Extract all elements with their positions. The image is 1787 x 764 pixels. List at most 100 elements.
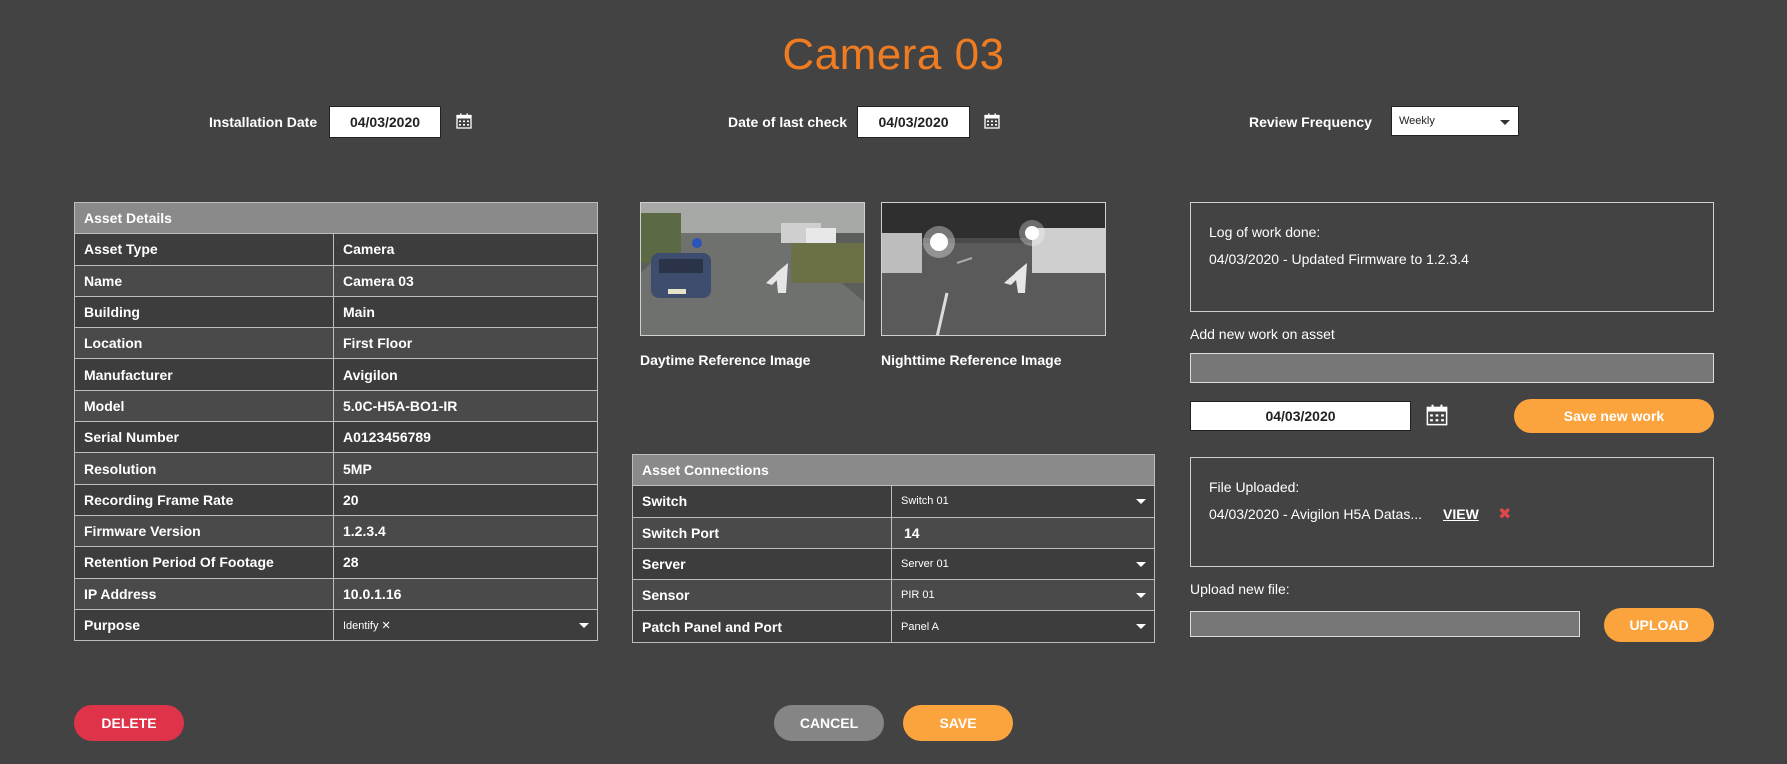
daytime-image-caption: Daytime Reference Image bbox=[640, 352, 811, 368]
file-uploaded-panel: File Uploaded: 04/03/2020 - Avigilon H5A… bbox=[1190, 457, 1714, 567]
row-label: Server bbox=[632, 547, 892, 581]
table-row: Model 5.0C-H5A-BO1-IR bbox=[74, 389, 598, 423]
row-value[interactable]: Camera 03 bbox=[333, 264, 598, 297]
file-uploaded-heading: File Uploaded: bbox=[1209, 479, 1300, 495]
add-work-label: Add new work on asset bbox=[1190, 326, 1335, 342]
chevron-down-icon bbox=[1136, 561, 1146, 567]
last-check-date-field[interactable]: 04/03/2020 bbox=[857, 106, 970, 138]
page-title: Camera 03 bbox=[782, 30, 1005, 79]
asset-details-table: Asset Details Asset Type Camera Name Camer… bbox=[74, 201, 598, 642]
table-row: Server Server 01 bbox=[632, 547, 1155, 581]
review-frequency-label: Review Frequency bbox=[1249, 114, 1372, 130]
row-value[interactable]: First Floor bbox=[333, 327, 598, 360]
row-value[interactable]: 20 bbox=[333, 483, 598, 516]
calendar-icon[interactable] bbox=[456, 113, 472, 129]
table-row: Manufacturer Avigilon bbox=[74, 358, 598, 391]
new-work-date-field[interactable]: 04/03/2020 bbox=[1190, 401, 1411, 431]
installation-date-field[interactable]: 04/03/2020 bbox=[329, 106, 441, 138]
sensor-value: PIR 01 bbox=[901, 589, 935, 602]
chevron-down-icon bbox=[579, 622, 589, 628]
table-row: Name Camera 03 bbox=[74, 264, 598, 297]
daytime-image-graphic bbox=[641, 203, 864, 335]
purpose-value[interactable]: Identify ✕ bbox=[343, 620, 391, 632]
work-log-entry: 04/03/2020 - Updated Firmware to 1.2.3.4 bbox=[1209, 251, 1469, 267]
table-row: IP Address 10.0.1.16 bbox=[74, 577, 598, 610]
chevron-down-icon bbox=[1136, 624, 1146, 630]
row-value[interactable]: 28 bbox=[333, 546, 598, 579]
new-work-input[interactable] bbox=[1190, 353, 1714, 383]
row-label: Manufacturer bbox=[74, 358, 334, 391]
chevron-down-icon bbox=[1500, 120, 1510, 125]
row-label: Name bbox=[74, 264, 334, 297]
view-file-link[interactable]: VIEW bbox=[1443, 506, 1479, 522]
save-button[interactable]: SAVE bbox=[903, 705, 1013, 741]
nighttime-image-graphic bbox=[882, 203, 1105, 335]
switch-port-value[interactable]: 14 bbox=[891, 516, 1155, 549]
row-label: Serial Number bbox=[74, 421, 334, 454]
patch-panel-value: Panel A bbox=[901, 620, 939, 633]
row-value[interactable]: Main bbox=[333, 295, 598, 329]
switch-value: Switch 01 bbox=[901, 495, 949, 508]
row-value[interactable]: 5.0C-H5A-BO1-IR bbox=[333, 389, 598, 423]
upload-file-input[interactable] bbox=[1190, 611, 1580, 637]
review-frequency-value: Weekly bbox=[1399, 115, 1435, 127]
upload-button[interactable]: UPLOAD bbox=[1604, 608, 1714, 642]
row-label: Asset Type bbox=[74, 233, 334, 266]
asset-connections-heading: Asset Connections bbox=[632, 453, 1155, 487]
table-row: Asset Type Camera bbox=[74, 233, 598, 266]
daytime-reference-image[interactable] bbox=[640, 202, 865, 336]
sensor-select[interactable]: PIR 01 bbox=[891, 579, 1155, 612]
table-row: Location First Floor bbox=[74, 327, 598, 360]
nighttime-reference-image[interactable] bbox=[881, 202, 1106, 336]
purpose-select[interactable]: Identify ✕ bbox=[333, 608, 598, 642]
cancel-button[interactable]: CANCEL bbox=[774, 705, 884, 741]
switch-select[interactable]: Switch 01 bbox=[891, 485, 1155, 518]
installation-date-label: Installation Date bbox=[209, 114, 318, 130]
calendar-icon[interactable] bbox=[1426, 403, 1448, 427]
row-label: Resolution bbox=[74, 452, 334, 485]
review-frequency-select[interactable]: Weekly bbox=[1391, 106, 1519, 136]
table-row: Serial Number A0123456789 bbox=[74, 421, 598, 454]
row-label: Switch Port bbox=[632, 516, 892, 549]
asset-details-heading: Asset Details bbox=[74, 201, 598, 235]
upload-file-label: Upload new file: bbox=[1190, 581, 1290, 597]
server-value: Server 01 bbox=[901, 558, 949, 571]
row-label: Building bbox=[74, 295, 334, 329]
delete-file-icon[interactable]: ✖ bbox=[1498, 504, 1511, 524]
table-row: Sensor PIR 01 bbox=[632, 579, 1155, 612]
row-value[interactable]: Camera bbox=[333, 233, 598, 266]
patch-panel-select[interactable]: Panel A bbox=[891, 610, 1155, 643]
chevron-down-icon bbox=[1136, 499, 1146, 505]
table-row: Patch Panel and Port Panel A bbox=[632, 610, 1155, 643]
row-value[interactable]: 1.2.3.4 bbox=[333, 514, 598, 548]
asset-connections-table: Asset Connections Switch Switch 01 Switc… bbox=[632, 453, 1155, 643]
table-row: Switch Switch 01 bbox=[632, 485, 1155, 518]
table-row: Switch Port 14 bbox=[632, 516, 1155, 549]
row-label: Location bbox=[74, 327, 334, 360]
row-label: Purpose bbox=[74, 608, 334, 642]
row-label: Patch Panel and Port bbox=[632, 610, 892, 643]
row-value[interactable]: Avigilon bbox=[333, 358, 598, 391]
row-label: Switch bbox=[632, 485, 892, 518]
table-row: Recording Frame Rate 20 bbox=[74, 483, 598, 516]
row-value[interactable]: 5MP bbox=[333, 452, 598, 485]
table-row: Building Main bbox=[74, 295, 598, 329]
work-log-panel: Log of work done: 04/03/2020 - Updated F… bbox=[1190, 202, 1714, 312]
delete-button[interactable]: DELETE bbox=[74, 705, 184, 741]
table-row: Purpose Identify ✕ bbox=[74, 608, 598, 642]
row-label: Recording Frame Rate bbox=[74, 483, 334, 516]
calendar-icon[interactable] bbox=[984, 113, 1000, 129]
row-label: Firmware Version bbox=[74, 514, 334, 548]
table-row: Retention Period Of Footage 28 bbox=[74, 546, 598, 579]
last-check-label: Date of last check bbox=[728, 114, 848, 130]
work-log-heading: Log of work done: bbox=[1209, 224, 1321, 240]
row-label: Model bbox=[74, 389, 334, 423]
row-label: Retention Period Of Footage bbox=[74, 546, 334, 579]
server-select[interactable]: Server 01 bbox=[891, 547, 1155, 581]
row-value[interactable]: 10.0.1.16 bbox=[333, 577, 598, 610]
row-value[interactable]: A0123456789 bbox=[333, 421, 598, 454]
chevron-down-icon bbox=[1136, 593, 1146, 599]
table-row: Resolution 5MP bbox=[74, 452, 598, 485]
save-new-work-button[interactable]: Save new work bbox=[1514, 399, 1714, 433]
table-row: Firmware Version 1.2.3.4 bbox=[74, 514, 598, 548]
